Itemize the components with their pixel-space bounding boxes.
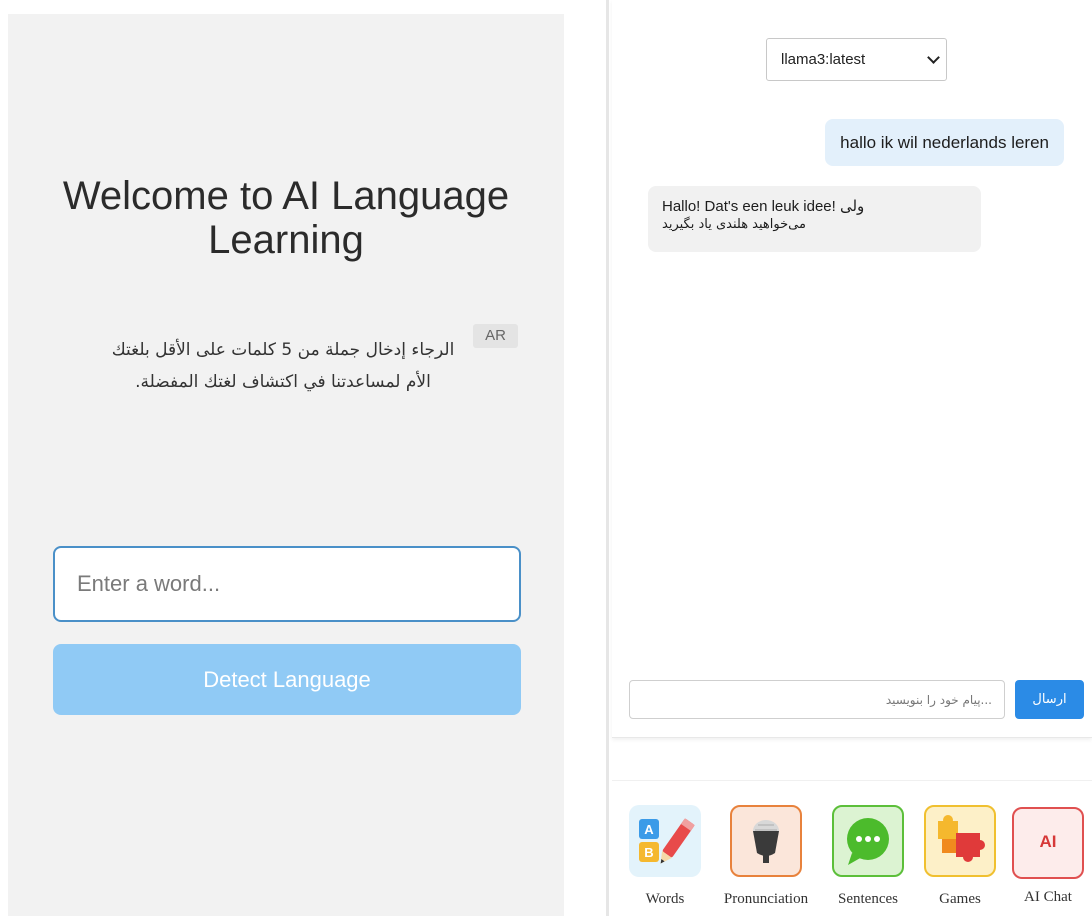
page-title: Welcome to AI Language Learning xyxy=(62,174,510,262)
nav-label-sentences: Sentences xyxy=(838,891,898,907)
ai-badge-icon: AI xyxy=(1012,807,1084,879)
svg-text:B: B xyxy=(644,845,653,860)
svg-text:A: A xyxy=(644,822,654,837)
instruction-text: الرجاء إدخال جملة من 5 كلمات على الأقل ب… xyxy=(111,340,455,392)
nav-item-sentences[interactable]: Sentences xyxy=(820,805,916,915)
chevron-down-icon xyxy=(927,51,940,64)
nav-item-ai-chat[interactable]: AI AI Chat xyxy=(1000,805,1092,915)
ai-message-line-1: Hallo! Dat's een leuk idee! ولی xyxy=(662,198,865,215)
nav-label-words: Words xyxy=(645,891,685,907)
instruction-block: AR الرجاء إدخال جملة من 5 كلمات على الأق… xyxy=(108,320,518,450)
user-message: hallo ik wil nederlands leren xyxy=(825,119,1064,166)
microphone-icon xyxy=(730,805,802,877)
model-select-value: llama3:latest xyxy=(781,51,866,68)
send-button[interactable]: ارسال xyxy=(1015,680,1084,719)
chat-message-input[interactable] xyxy=(629,680,1005,719)
abc-blocks-pencil-icon: A B xyxy=(629,805,701,877)
word-input[interactable] xyxy=(53,546,521,622)
nav-label-ai-chat: AI Chat xyxy=(1024,889,1072,905)
ai-badge-text: AI xyxy=(1039,832,1057,851)
language-badge: AR xyxy=(473,324,518,348)
nav-item-games[interactable]: Games xyxy=(912,805,1008,915)
nav-label-pronunciation: Pronunciation xyxy=(723,891,809,907)
language-detect-panel: Welcome to AI Language Learning AR الرجا… xyxy=(8,14,564,916)
detect-language-button[interactable]: Detect Language xyxy=(53,644,521,715)
speech-bubble-icon xyxy=(832,805,904,877)
nav-item-words[interactable]: A B Words xyxy=(617,805,713,915)
nav-label-games: Games xyxy=(939,891,981,907)
chat-panel: llama3:latest hallo ik wil nederlands le… xyxy=(612,0,1092,738)
ai-message: Hallo! Dat's een leuk idee! ولی می‌خواهی… xyxy=(648,186,981,252)
puzzle-icon xyxy=(924,805,996,877)
bottom-nav: A B Words Pronunciation Sentences Games … xyxy=(612,780,1092,916)
nav-item-pronunciation[interactable]: Pronunciation xyxy=(718,805,814,915)
model-select[interactable]: llama3:latest xyxy=(766,38,947,81)
ai-message-line-2: می‌خواهید هلندی یاد بگیرید xyxy=(662,217,806,232)
panel-divider xyxy=(606,0,609,916)
